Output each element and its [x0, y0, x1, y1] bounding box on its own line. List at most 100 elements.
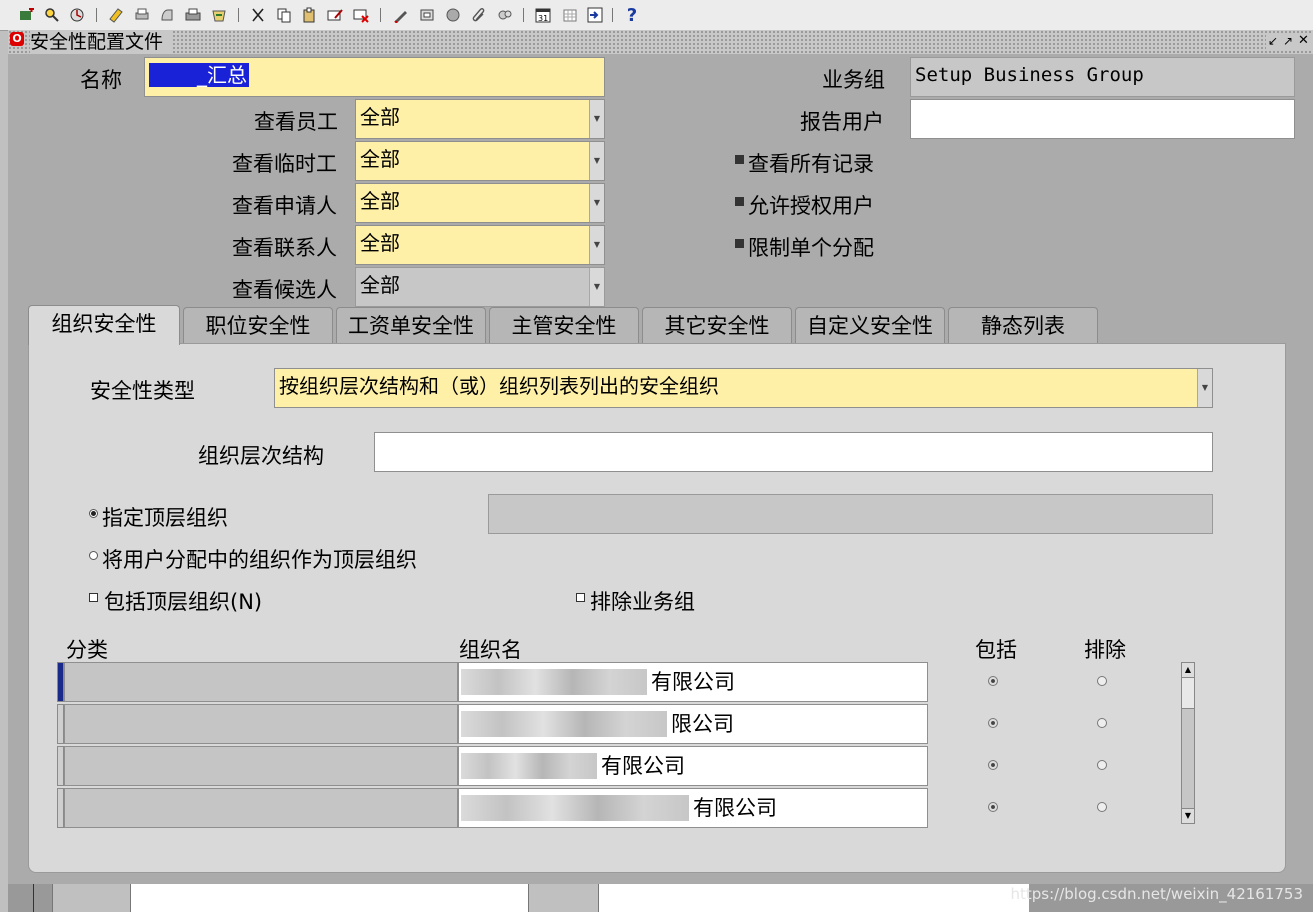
clear-record-icon[interactable] [326, 6, 344, 24]
org-hierarchy-field[interactable] [374, 432, 1213, 472]
exclude-radio[interactable] [1097, 718, 1107, 728]
exclude-radio[interactable] [1097, 676, 1107, 686]
view-contacts-label: 查看联系人 [232, 236, 337, 260]
security-type-label: 安全性类型 [90, 379, 195, 403]
dropdown-arrow-icon[interactable]: ▼ [589, 226, 604, 264]
scroll-up-icon[interactable]: ▲ [1182, 663, 1194, 678]
dropdown-arrow-icon[interactable]: ▼ [589, 268, 604, 306]
exclude-radio[interactable] [1097, 802, 1107, 812]
find-icon[interactable] [43, 6, 61, 24]
row-indicator[interactable] [57, 662, 64, 702]
window-help-icon[interactable] [586, 6, 604, 24]
svg-text:31: 31 [538, 14, 548, 23]
calendar-icon[interactable]: 31 [534, 6, 552, 24]
org-name-cell[interactable]: 有限公司 [458, 662, 928, 702]
table-scrollbar[interactable]: ▲ ▼ [1181, 662, 1195, 824]
restrict-single-checkbox[interactable] [735, 239, 744, 248]
view-contacts-select[interactable]: 全部 ▼ [355, 225, 605, 265]
translation-icon[interactable] [444, 6, 462, 24]
include-top-org-checkbox[interactable] [89, 593, 98, 602]
reporting-user-label: 报告用户 [800, 110, 884, 134]
reporting-user-field[interactable] [910, 99, 1295, 139]
scroll-down-icon[interactable]: ▼ [1182, 808, 1194, 823]
window-titlebar[interactable] [8, 30, 1313, 54]
view-employees-select[interactable]: 全部 ▼ [355, 99, 605, 139]
category-cell[interactable] [64, 662, 458, 702]
print-icon[interactable] [133, 6, 151, 24]
security-type-select[interactable]: 按组织层次结构和（或）组织列表列出的安全组织 ▼ [274, 368, 1213, 408]
edit-field-icon[interactable] [392, 6, 410, 24]
zoom-icon[interactable] [418, 6, 436, 24]
category-cell[interactable] [64, 788, 458, 828]
copy-icon[interactable] [275, 6, 293, 24]
include-radio[interactable] [988, 802, 998, 812]
org-name-cell[interactable]: 有限公司 [458, 788, 928, 828]
attachments-icon[interactable] [470, 6, 488, 24]
new-record-icon[interactable] [18, 6, 36, 24]
tab-payroll-security[interactable]: 工资单安全性 [336, 307, 486, 344]
row-indicator[interactable] [57, 704, 64, 744]
dropdown-arrow-icon[interactable]: ▼ [1197, 369, 1212, 407]
folder-icon[interactable] [184, 6, 202, 24]
redacted-text [461, 711, 667, 737]
view-candidates-select[interactable]: 全部 ▼ [355, 267, 605, 307]
help-icon[interactable]: ? [623, 5, 641, 26]
view-contingent-select[interactable]: 全部 ▼ [355, 141, 605, 181]
security-type-value: 按组织层次结构和（或）组织列表列出的安全组织 [279, 374, 719, 398]
col-header-exclude: 排除 [1084, 638, 1126, 662]
view-applicants-select[interactable]: 全部 ▼ [355, 183, 605, 223]
folder-tools-icon[interactable] [210, 6, 228, 24]
business-group-label: 业务组 [822, 68, 885, 92]
view-all-records-checkbox[interactable] [735, 155, 744, 164]
row-indicator[interactable] [57, 746, 64, 786]
include-radio[interactable] [988, 760, 998, 770]
name-field-value: _汇总 [197, 63, 247, 87]
tab-position-security[interactable]: 职位安全性 [183, 307, 333, 344]
close-form-icon[interactable] [158, 6, 176, 24]
include-radio[interactable] [988, 676, 998, 686]
col-header-category: 分类 [66, 638, 108, 662]
include-top-org-label: 包括顶层组织(N) [104, 590, 263, 614]
tab-supervisor-security[interactable]: 主管安全性 [489, 307, 639, 344]
row-indicator[interactable] [57, 788, 64, 828]
view-contingent-value: 全部 [360, 147, 400, 171]
redacted-text [461, 669, 647, 695]
minimize-icon[interactable]: ↙ [1266, 33, 1281, 49]
redacted-text [461, 753, 597, 779]
delete-record-icon[interactable] [352, 6, 370, 24]
save-icon[interactable] [107, 6, 125, 24]
view-employees-value: 全部 [360, 105, 400, 129]
scroll-thumb[interactable] [1182, 678, 1194, 709]
dropdown-arrow-icon[interactable]: ▼ [589, 142, 604, 180]
tab-other-security[interactable]: 其它安全性 [642, 307, 792, 344]
exclude-business-group-checkbox[interactable] [576, 593, 585, 602]
specify-top-org-radio[interactable] [89, 509, 98, 518]
tab-custom-security[interactable]: 自定义安全性 [795, 307, 945, 344]
include-radio[interactable] [988, 718, 998, 728]
name-field[interactable]: _汇总 [144, 57, 605, 97]
dropdown-arrow-icon[interactable]: ▼ [589, 184, 604, 222]
calendar-grid-icon[interactable] [561, 6, 579, 24]
business-group-field[interactable]: Setup Business Group [910, 57, 1295, 97]
allow-grant-checkbox[interactable] [735, 197, 744, 206]
user-assignment-top-org-radio[interactable] [89, 551, 98, 560]
category-cell[interactable] [64, 704, 458, 744]
cut-icon[interactable] [249, 6, 267, 24]
close-icon[interactable]: ✕ [1296, 33, 1311, 49]
org-name-cell[interactable]: 限公司 [458, 704, 928, 744]
org-name-suffix: 有限公司 [693, 796, 777, 820]
paste-icon[interactable] [300, 6, 318, 24]
category-cell[interactable] [64, 746, 458, 786]
maximize-icon[interactable]: ↗ [1281, 33, 1296, 49]
navigator-icon[interactable] [68, 6, 86, 24]
org-name-cell[interactable]: 有限公司 [458, 746, 928, 786]
tab-org-security[interactable]: 组织安全性 [28, 305, 180, 345]
folder-tools-icon[interactable] [496, 6, 514, 24]
exclude-radio[interactable] [1097, 760, 1107, 770]
view-contacts-value: 全部 [360, 231, 400, 255]
top-org-field[interactable] [488, 494, 1213, 534]
tab-static-list[interactable]: 静态列表 [948, 307, 1098, 344]
view-all-records-label: 查看所有记录 [748, 152, 874, 176]
watermark-text: https://blog.csdn.net/weixin_42161753 [1010, 885, 1303, 903]
dropdown-arrow-icon[interactable]: ▼ [589, 100, 604, 138]
